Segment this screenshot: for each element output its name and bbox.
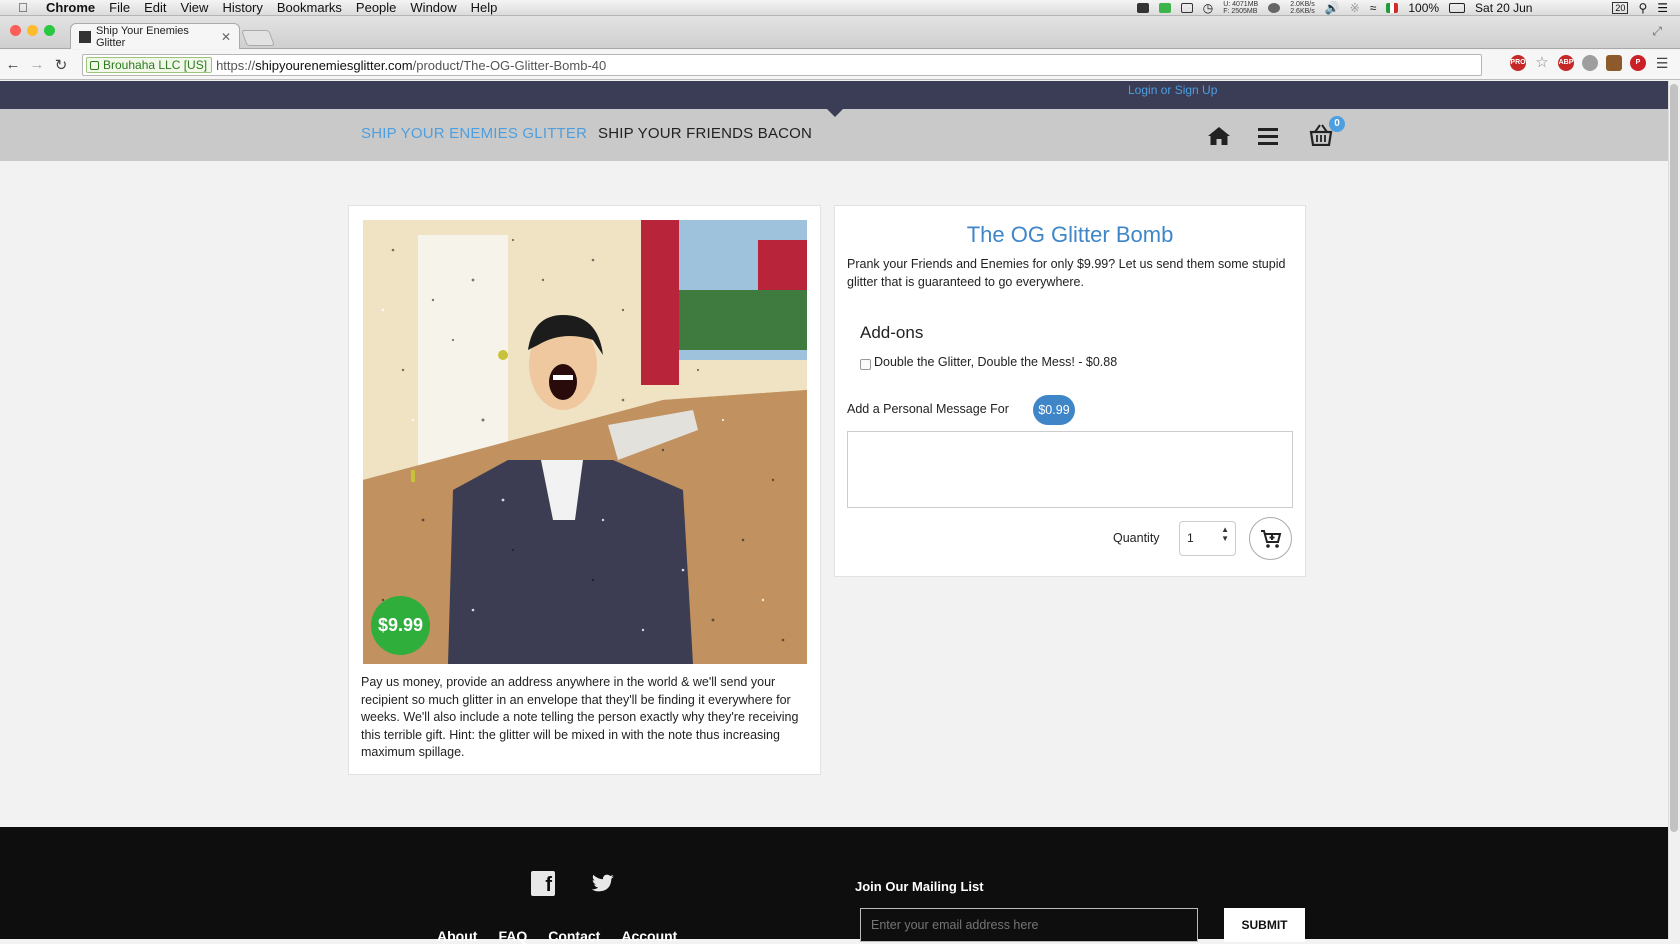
- select-arrows-icon: ▲ ▼: [1221, 525, 1229, 543]
- back-arrow-icon[interactable]: ←: [2, 56, 24, 73]
- menu-help[interactable]: Help: [471, 0, 498, 15]
- battery-monitor-icon[interactable]: [1158, 3, 1171, 13]
- facebook-icon[interactable]: f: [531, 871, 555, 896]
- battery-icon[interactable]: [1449, 3, 1466, 13]
- calendar-icon[interactable]: 20: [1612, 2, 1629, 14]
- reload-icon[interactable]: ↻: [50, 56, 72, 74]
- globe-extension-icon[interactable]: [1582, 55, 1598, 71]
- login-signup-link[interactable]: Login or Sign Up: [1128, 83, 1217, 97]
- footer-link-about[interactable]: About: [437, 928, 477, 944]
- adblock-icon[interactable]: ABP: [1558, 55, 1574, 71]
- airplay-icon[interactable]: [1180, 3, 1193, 13]
- status-area: ◷ U: 4071MB F: 2505MB 2.0KB/s 2.6KB/s 🔊 ※ …: [1136, 0, 1668, 16]
- home-icon[interactable]: [1207, 126, 1231, 151]
- zoom-window-button[interactable]: [44, 25, 55, 36]
- cart-plus-icon: [1260, 529, 1281, 548]
- menu-bookmarks[interactable]: Bookmarks: [277, 0, 342, 15]
- site-top-bar: [0, 81, 1668, 109]
- personal-message-textarea[interactable]: [847, 431, 1293, 508]
- cart-count-badge[interactable]: 0: [1329, 116, 1345, 132]
- bluetooth-icon[interactable]: ※: [1350, 1, 1360, 15]
- ev-certificate-badge[interactable]: Brouhaha LLC [US]: [86, 57, 213, 73]
- product-tagline: Prank your Friends and Enemies for only …: [847, 257, 1286, 289]
- nav-caret: [827, 109, 843, 117]
- time-machine-icon[interactable]: ◷: [1203, 1, 1213, 15]
- footer-link-faq[interactable]: FAQ: [498, 928, 527, 944]
- chrome-menu-icon[interactable]: ☰: [1654, 55, 1670, 71]
- scrollbar-thumb[interactable]: [1670, 84, 1678, 832]
- close-tab-icon[interactable]: ✕: [221, 30, 231, 44]
- menu-app-name[interactable]: Chrome: [46, 0, 95, 15]
- menu-people[interactable]: People: [356, 0, 396, 15]
- menu-edit[interactable]: Edit: [144, 0, 166, 15]
- url-text[interactable]: https://shipyourenemiesglitter.com/produ…: [216, 58, 606, 73]
- menu-history[interactable]: History: [222, 0, 262, 15]
- personal-message-label: Add a Personal Message For: [847, 402, 1009, 416]
- window-controls: [10, 25, 55, 36]
- quantity-label: Quantity: [1113, 531, 1160, 545]
- wifi-icon[interactable]: ≈: [1370, 1, 1377, 15]
- extension-box-icon[interactable]: [1606, 55, 1622, 71]
- notification-center-icon[interactable]: ☰: [1657, 1, 1668, 15]
- mailing-list-title: Join Our Mailing List: [855, 879, 984, 894]
- flag-icon[interactable]: [1386, 3, 1399, 13]
- menu-hamburger-icon[interactable]: [1258, 128, 1278, 149]
- pinterest-icon[interactable]: P: [1630, 55, 1646, 71]
- product-title: The OG Glitter Bomb: [966, 222, 1174, 247]
- addons-heading: Add-ons: [860, 323, 924, 342]
- tab-title: Ship Your Enemies Glitter: [95, 24, 189, 49]
- new-tab-button[interactable]: [241, 30, 275, 46]
- quantity-value: 1: [1187, 531, 1194, 545]
- site-footer: [0, 827, 1668, 939]
- product-long-description: Pay us money, provide an address anywher…: [361, 675, 799, 759]
- add-to-cart-button[interactable]: [1249, 517, 1292, 560]
- pro-extension-icon[interactable]: PRO: [1510, 55, 1526, 71]
- lock-icon: [90, 60, 99, 70]
- network-stat: 2.0KB/s 2.6KB/s: [1290, 1, 1315, 15]
- minimize-window-button[interactable]: [27, 25, 38, 36]
- favicon-icon: [79, 30, 91, 43]
- memory-stat: U: 4071MB F: 2505MB: [1223, 1, 1259, 15]
- clock-date[interactable]: Sat 20 Jun: [1475, 1, 1532, 15]
- browser-toolbar: ← → ↻ Brouhaha LLC [US] https://shipyour…: [0, 50, 1680, 80]
- dropbox-icon[interactable]: [1136, 3, 1149, 13]
- address-bar[interactable]: Brouhaha LLC [US] https://shipyourenemie…: [82, 54, 1482, 76]
- product-image: [363, 220, 807, 664]
- bookmark-star-icon[interactable]: ☆: [1534, 55, 1550, 71]
- message-price-badge: $0.99: [1033, 395, 1075, 425]
- nav-ship-enemies-glitter[interactable]: SHIP YOUR ENEMIES GLITTER: [361, 125, 587, 142]
- submit-button[interactable]: SUBMIT: [1224, 908, 1305, 942]
- battery-percent: 100%: [1408, 1, 1440, 15]
- menu-view[interactable]: View: [180, 0, 208, 15]
- nav-ship-friends-bacon[interactable]: SHIP YOUR FRIENDS BACON: [598, 125, 812, 142]
- fullscreen-icon[interactable]: ⤢: [1652, 24, 1662, 39]
- ev-label: Brouhaha LLC [US]: [103, 58, 208, 72]
- addon-label[interactable]: Double the Glitter, Double the Mess! - $…: [874, 355, 1117, 369]
- footer-link-contact[interactable]: Contact: [548, 928, 600, 944]
- close-window-button[interactable]: [10, 25, 21, 36]
- menu-window[interactable]: Window: [410, 0, 456, 15]
- forward-arrow-icon[interactable]: →: [26, 56, 48, 73]
- apple-icon[interactable]: : [18, 0, 32, 15]
- browser-tab-active[interactable]: Ship Your Enemies Glitter ✕: [70, 23, 240, 49]
- browser-tab-strip: Ship Your Enemies Glitter ✕ ⤢: [0, 16, 1680, 49]
- mac-menu-bar:  Chrome File Edit View History Bookmark…: [0, 0, 1680, 16]
- gear-status-icon[interactable]: [1268, 3, 1281, 13]
- spotlight-search-icon[interactable]: ⚲: [1638, 1, 1647, 15]
- volume-icon[interactable]: 🔊: [1325, 1, 1340, 15]
- footer-link-account[interactable]: Account: [621, 928, 677, 944]
- twitter-icon[interactable]: [591, 874, 615, 899]
- quantity-select[interactable]: 1 ▲ ▼: [1179, 521, 1236, 556]
- extension-icons: PRO ☆ ABP P ☰: [1510, 55, 1670, 71]
- addon-checkbox[interactable]: [860, 359, 871, 370]
- menu-file[interactable]: File: [109, 0, 130, 15]
- footer-links: About FAQ Contact Account: [437, 928, 677, 944]
- price-badge: $9.99: [371, 596, 430, 655]
- email-field[interactable]: [860, 908, 1198, 942]
